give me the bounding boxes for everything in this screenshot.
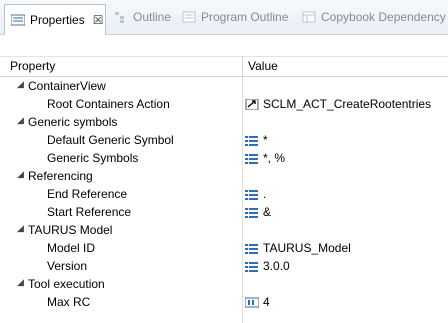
- copybook-dependency-icon: [302, 11, 316, 23]
- category-row[interactable]: ◢ Tool execution: [0, 275, 448, 293]
- category-label: Referencing: [28, 169, 93, 183]
- list-icon: [245, 189, 258, 200]
- collapse-icon[interactable]: ◢: [17, 223, 24, 234]
- property-value[interactable]: .: [245, 187, 266, 201]
- properties-icon: [11, 14, 25, 26]
- property-value-text: *: [263, 133, 268, 147]
- property-row[interactable]: Default Generic Symbol *: [0, 131, 448, 149]
- list-icon: [245, 207, 258, 218]
- collapse-icon[interactable]: ◢: [17, 79, 24, 90]
- outline-icon: [115, 12, 124, 23]
- property-value[interactable]: *, %: [245, 151, 285, 165]
- property-value[interactable]: SCLM_ACT_CreateRootentries: [245, 97, 431, 111]
- column-header-property[interactable]: Property: [10, 59, 55, 73]
- property-name: Version: [47, 259, 88, 273]
- property-value-text: 3.0.0: [263, 259, 290, 273]
- list-icon: [245, 135, 258, 146]
- property-row[interactable]: Max RC 4: [0, 293, 448, 311]
- collapse-icon[interactable]: ◢: [17, 115, 24, 126]
- category-row[interactable]: ◢ TAURUS Model: [0, 221, 448, 239]
- category-label: Tool execution: [28, 277, 105, 291]
- collapse-icon[interactable]: ◢: [17, 169, 24, 180]
- category-label: TAURUS Model: [28, 223, 113, 237]
- category-label: ContainerView: [28, 79, 106, 93]
- property-value[interactable]: *: [245, 133, 268, 147]
- property-row[interactable]: Version 3.0.0: [0, 257, 448, 275]
- category-row[interactable]: ◢ Generic symbols: [0, 113, 448, 131]
- list-icon: [245, 153, 258, 164]
- property-value-text: 4: [263, 295, 270, 309]
- tab-label: Copybook Dependency: [321, 10, 446, 24]
- property-name: Generic Symbols: [47, 151, 139, 165]
- property-value-text: SCLM_ACT_CreateRootentries: [263, 97, 432, 111]
- properties-tree: ◢ ContainerView Root Containers Action S…: [0, 77, 448, 311]
- category-label: Generic symbols: [28, 115, 118, 129]
- program-outline-icon: [182, 11, 196, 23]
- property-name: Max RC: [47, 295, 91, 309]
- property-name: Start Reference: [47, 205, 132, 219]
- properties-table-header: Property Value: [0, 56, 448, 77]
- tab-program-outline[interactable]: Program Outline: [176, 4, 288, 30]
- column-header-value[interactable]: Value: [248, 59, 278, 73]
- tab-copybook-dependency[interactable]: Copybook Dependency: [296, 4, 446, 30]
- property-value[interactable]: 3.0.0: [245, 259, 290, 273]
- property-value[interactable]: 4: [245, 295, 270, 309]
- property-row[interactable]: End Reference .: [0, 185, 448, 203]
- category-row[interactable]: ◢ ContainerView: [0, 77, 448, 95]
- category-row[interactable]: ◢ Referencing: [0, 167, 448, 185]
- tab-label: Program Outline: [201, 10, 289, 24]
- property-name: Default Generic Symbol: [47, 133, 174, 147]
- collapse-icon[interactable]: ◢: [17, 277, 24, 288]
- property-value-text: .: [263, 187, 267, 201]
- property-name: Model ID: [47, 241, 96, 255]
- action-icon: [245, 98, 259, 110]
- tab-outline[interactable]: Outline: [108, 4, 171, 30]
- property-name: End Reference: [47, 187, 128, 201]
- property-value[interactable]: TAURUS_Model: [245, 241, 351, 255]
- property-row[interactable]: Generic Symbols *, %: [0, 149, 448, 167]
- column-divider[interactable]: [242, 57, 243, 76]
- tab-label: Outline: [133, 10, 172, 24]
- close-icon[interactable]: ☒: [93, 13, 104, 27]
- property-value-text: *, %: [263, 151, 286, 165]
- property-value[interactable]: &: [245, 205, 271, 219]
- property-value-text: &: [263, 205, 272, 219]
- property-row[interactable]: Model ID TAURUS_Model: [0, 239, 448, 257]
- property-name: Root Containers Action: [47, 97, 170, 111]
- property-row[interactable]: Root Containers Action SCLM_ACT_CreateRo…: [0, 95, 448, 113]
- number-icon: [245, 297, 259, 307]
- property-value-text: TAURUS_Model: [263, 241, 351, 255]
- list-icon: [245, 243, 258, 254]
- tab-label: Properties: [30, 13, 85, 27]
- property-row[interactable]: Start Reference &: [0, 203, 448, 221]
- list-icon: [245, 261, 258, 272]
- tab-properties[interactable]: Properties ☒: [4, 4, 106, 35]
- view-tab-bar: Properties ☒ Outline Program Outline Cop…: [0, 0, 448, 35]
